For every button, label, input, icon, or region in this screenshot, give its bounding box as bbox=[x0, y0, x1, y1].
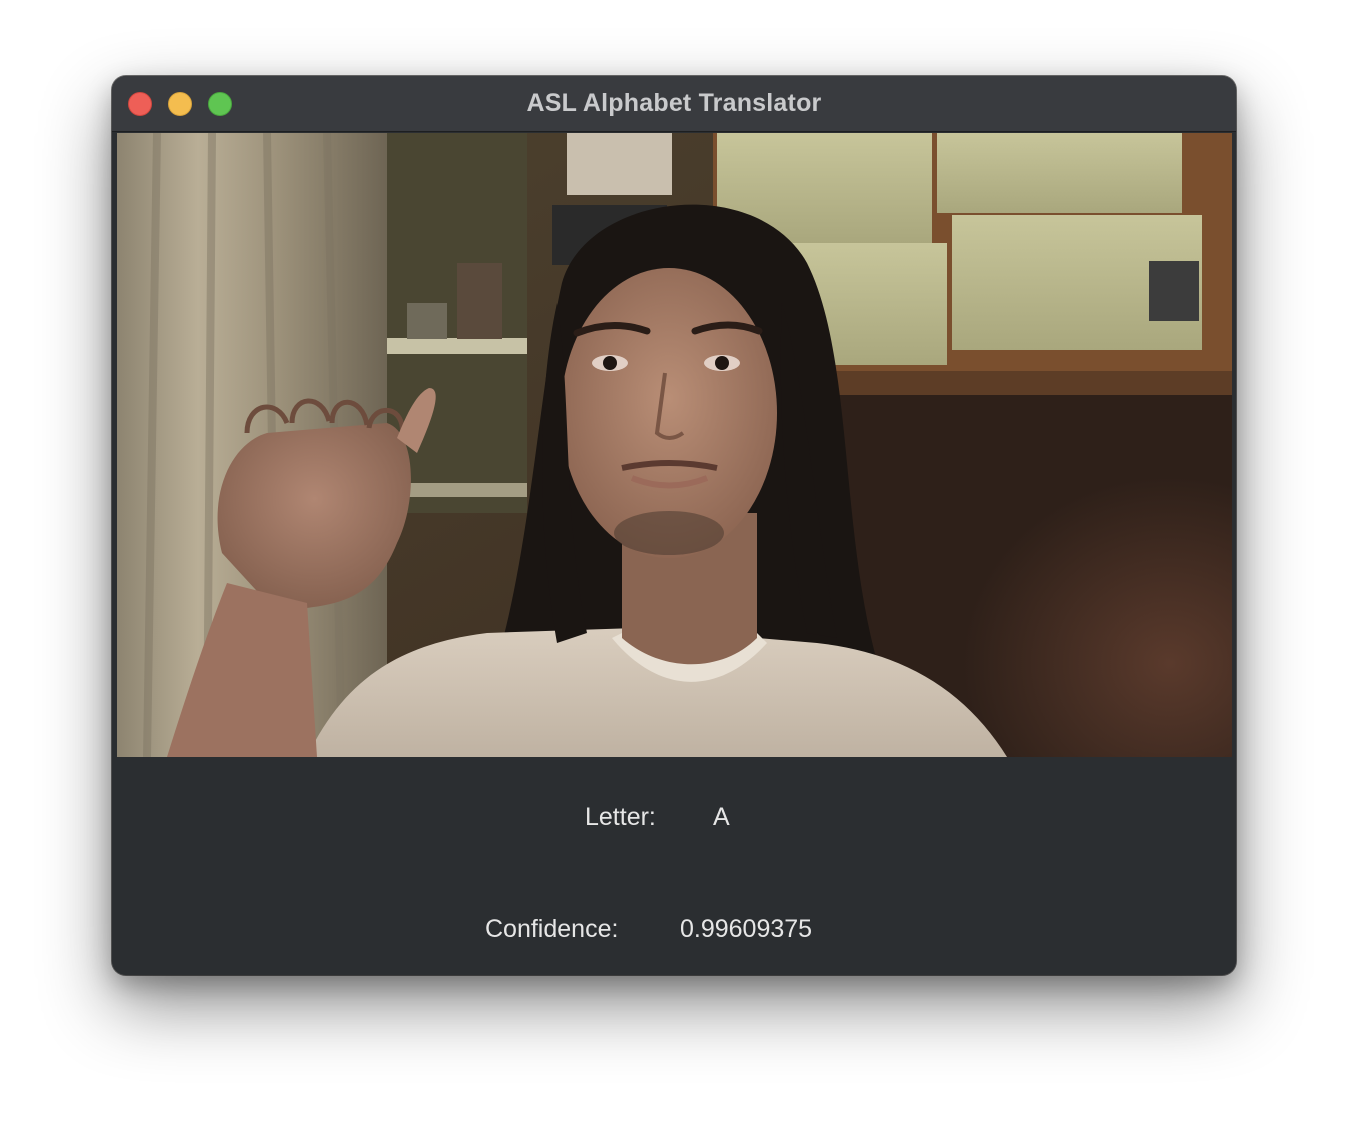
confidence-value: 0.99609375 bbox=[680, 915, 813, 943]
letter-value: A bbox=[713, 803, 730, 831]
title-bar[interactable]: ASL Alphabet Translator bbox=[112, 76, 1236, 132]
window-title: ASL Alphabet Translator bbox=[526, 89, 822, 117]
app-window: ASL Alphabet Translator Letter: A Confid… bbox=[112, 76, 1236, 975]
camera-feed bbox=[117, 133, 1232, 757]
webcam-video-frame bbox=[117, 133, 1232, 757]
confidence-label: Confidence: bbox=[485, 915, 619, 943]
prediction-panel: Letter: A Confidence: 0.99609375 bbox=[112, 757, 1236, 975]
letter-label: Letter: bbox=[585, 803, 656, 831]
